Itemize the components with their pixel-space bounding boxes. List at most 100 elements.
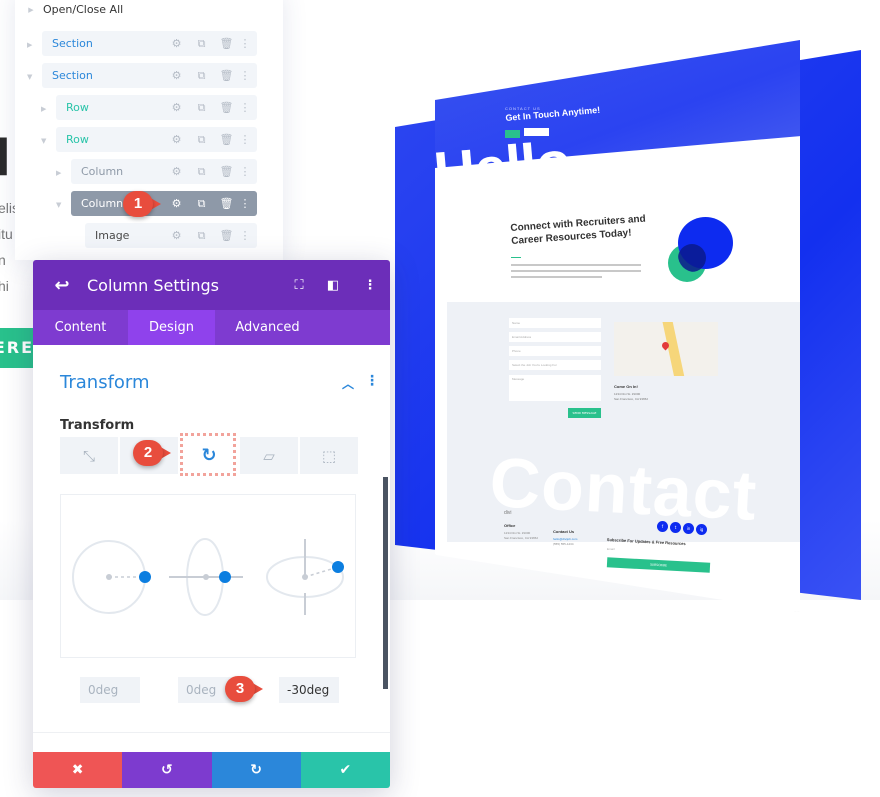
preview-social-twitter-icon: t <box>670 522 681 533</box>
duplicate-icon[interactable]: ⧉ <box>189 37 214 51</box>
rotate-z-dial[interactable] <box>266 539 344 615</box>
chevron-up-icon[interactable]: ︿ <box>342 375 354 392</box>
background-heading-fragment: l <box>0 129 11 187</box>
redo-button[interactable]: ↻ <box>211 752 301 788</box>
preview-send-button: SEND MESSAGE <box>568 408 601 418</box>
undo-icon: ↺ <box>161 762 173 778</box>
preview-footer-contact-line: hello@divijob.com <box>553 537 578 541</box>
origin-tab[interactable]: ⬚ <box>300 437 358 474</box>
collapse-icon[interactable]: ▼ <box>41 137 46 145</box>
more-icon[interactable]: ⋮ <box>239 229 251 243</box>
save-button[interactable]: ✔ <box>300 752 390 788</box>
expand-icon[interactable]: ⛶ <box>282 278 316 293</box>
chevron-right-icon: ▶ <box>28 5 34 14</box>
preview-subscribe-field: Email <box>607 547 615 551</box>
gear-icon[interactable]: ⚙ <box>164 37 189 51</box>
gear-icon[interactable]: ⚙ <box>164 197 189 211</box>
duplicate-icon[interactable]: ⧉ <box>189 197 214 211</box>
more-icon[interactable]: ⋮ <box>350 278 390 293</box>
back-icon[interactable]: ↩ <box>37 275 87 296</box>
layer-label: Row <box>66 133 89 146</box>
preview-contact-section: Name Email Address Phone Select the Job … <box>447 302 800 542</box>
section-more-icon[interactable]: ⋮ <box>365 373 379 389</box>
annotation-badge-3: 3 <box>225 676 269 702</box>
more-icon[interactable]: ⋮ <box>239 37 251 51</box>
layer-row-module[interactable]: Image ⚙ ⧉ 🗑 ⋮ <box>85 223 257 248</box>
preview-footer-contact-line: (555) 555-1234 <box>553 542 574 546</box>
expand-icon[interactable]: ▶ <box>41 105 46 113</box>
transform-section-title[interactable]: Transform <box>60 372 150 393</box>
modal-body: Transform ︿ ⋮ Transform ⤡ ↻ ▱ ⬚ <box>33 345 390 788</box>
sidebar-layout-icon[interactable]: ◧ <box>316 278 350 293</box>
rotate-x-dial[interactable] <box>72 540 151 614</box>
annotation-badge-2: 2 <box>133 440 177 466</box>
more-icon[interactable]: ⋮ <box>239 69 251 83</box>
duplicate-icon[interactable]: ⧉ <box>189 165 214 179</box>
layer-row-section[interactable]: Section ⚙ ⧉ 🗑 ⋮ <box>42 31 257 56</box>
duplicate-icon[interactable]: ⧉ <box>189 69 214 83</box>
tab-content[interactable]: Content <box>33 310 128 345</box>
preview-social-instagram-icon: ig <box>696 524 707 535</box>
trash-icon[interactable]: 🗑 <box>214 229 239 243</box>
redo-icon: ↻ <box>250 762 262 778</box>
trash-icon[interactable]: 🗑 <box>214 37 239 51</box>
rotate-x-input[interactable] <box>80 677 140 703</box>
trash-icon[interactable]: 🗑 <box>214 197 239 211</box>
undo-button[interactable]: ↺ <box>122 752 212 788</box>
duplicate-icon[interactable]: ⧉ <box>189 229 214 243</box>
modal-scrollbar[interactable] <box>383 477 388 689</box>
background-cta-button[interactable]: ERE <box>0 328 34 368</box>
rotate-z-input[interactable] <box>279 677 339 703</box>
more-icon[interactable]: ⋮ <box>239 101 251 115</box>
rotate-y-dial[interactable] <box>169 538 243 616</box>
more-icon[interactable]: ⋮ <box>239 197 251 211</box>
layer-row-section[interactable]: Section ⚙ ⧉ 🗑 ⋮ <box>42 63 257 88</box>
tab-advanced[interactable]: Advanced <box>215 310 320 345</box>
rotate-controls-canvas <box>60 494 356 658</box>
gear-icon[interactable]: ⚙ <box>164 133 189 147</box>
preview-social-facebook-icon: f <box>657 521 668 532</box>
skew-tab[interactable]: ▱ <box>240 437 298 474</box>
gear-icon[interactable]: ⚙ <box>164 69 189 83</box>
gear-icon[interactable]: ⚙ <box>164 229 189 243</box>
tab-design[interactable]: Design <box>128 310 215 345</box>
layer-row-column[interactable]: Column ⚙ ⧉ 🗑 ⋮ <box>71 159 257 184</box>
modal-header: ↩ Column Settings ⛶ ◧ ⋮ <box>33 260 390 310</box>
cancel-button[interactable]: ✖ <box>33 752 123 788</box>
layer-row-row[interactable]: Row ⚙ ⧉ 🗑 ⋮ <box>56 95 257 120</box>
scale-arrows-icon: ⤡ <box>82 446 95 465</box>
scale-tab[interactable]: ⤡ <box>60 437 118 474</box>
trash-icon[interactable]: 🗑 <box>214 165 239 179</box>
background-text-line: hi <box>0 278 9 294</box>
expand-icon[interactable]: ▶ <box>27 41 32 49</box>
collapse-icon[interactable]: ▼ <box>56 201 61 209</box>
rotate-dials <box>72 538 344 616</box>
duplicate-icon[interactable]: ⧉ <box>189 133 214 147</box>
trash-icon[interactable]: 🗑 <box>214 133 239 147</box>
preview-location-line: San Francisco, CA 93652 <box>614 397 649 401</box>
preview-page: CONTACT US Get In Touch Anytime! Hello C… <box>435 40 800 612</box>
open-close-all-label: Open/Close All <box>43 3 124 16</box>
layer-label: Section <box>52 37 93 50</box>
preview-footer-logo: divi <box>504 510 512 516</box>
layer-label: Section <box>52 69 93 82</box>
preview-footer-office-line: 1234 Divi St. #1000 <box>504 531 531 535</box>
layer-row-row[interactable]: Row ⚙ ⧉ 🗑 ⋮ <box>56 127 257 152</box>
expand-icon[interactable]: ▶ <box>56 169 61 177</box>
duplicate-icon[interactable]: ⧉ <box>189 101 214 115</box>
trash-icon[interactable]: 🗑 <box>214 69 239 83</box>
preview-footer-contact-title: Contact Us <box>553 529 575 534</box>
trash-icon[interactable]: 🗑 <box>214 101 239 115</box>
preview-contact-text: Contact <box>487 442 760 535</box>
background-text-line: itu <box>0 226 13 242</box>
badge-number: 1 <box>123 191 153 217</box>
gear-icon[interactable]: ⚙ <box>164 101 189 115</box>
modal-title: Column Settings <box>87 275 219 295</box>
modal-footer: ✖ ↺ ↻ ✔ <box>33 752 390 788</box>
gear-icon[interactable]: ⚙ <box>164 165 189 179</box>
layers-panel: ▶ Open/Close All ▶ Section ⚙ ⧉ 🗑 ⋮ ▼ Sectio… <box>15 0 283 260</box>
more-icon[interactable]: ⋮ <box>239 133 251 147</box>
open-close-all[interactable]: ▶ Open/Close All <box>27 3 123 16</box>
more-icon[interactable]: ⋮ <box>239 165 251 179</box>
collapse-icon[interactable]: ▼ <box>27 73 32 81</box>
